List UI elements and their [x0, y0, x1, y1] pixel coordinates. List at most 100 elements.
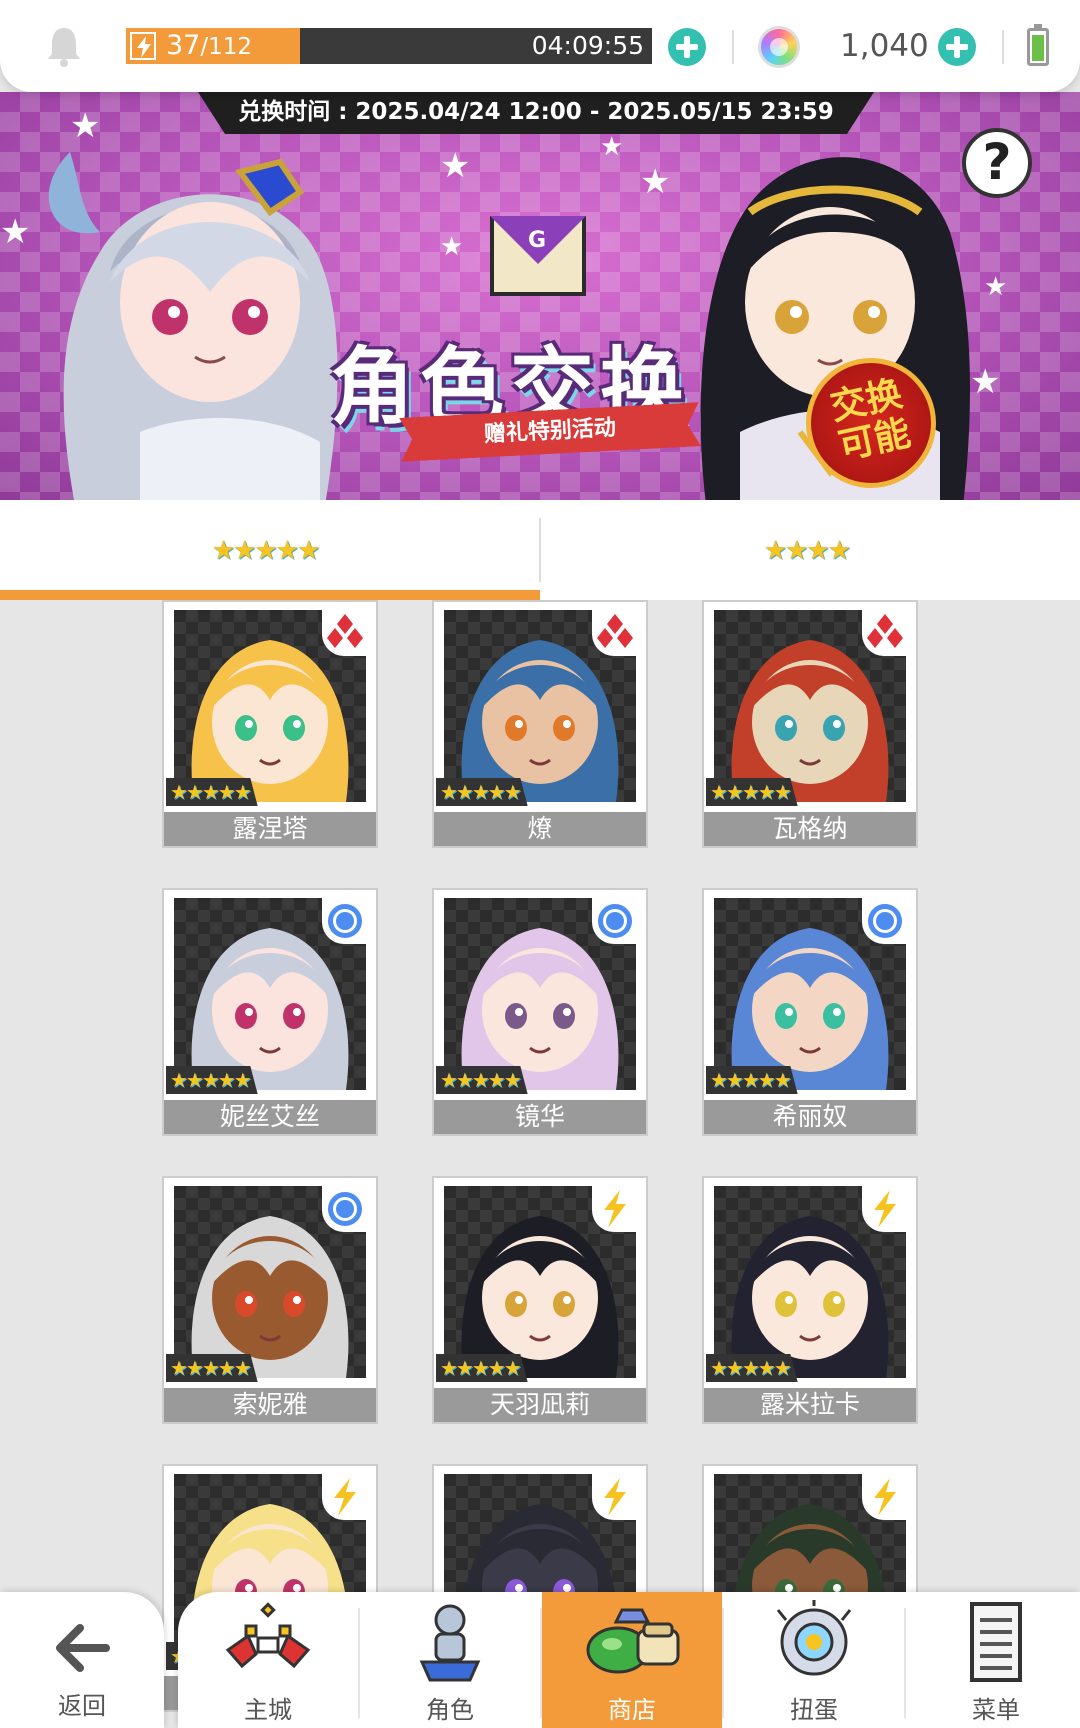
fire-diamond-shape	[597, 628, 613, 648]
thunder-bolt-icon	[592, 1474, 638, 1520]
water-circle-icon	[862, 898, 908, 944]
battery-icon	[1027, 24, 1049, 66]
banner-character-left	[48, 152, 338, 500]
character-card[interactable]: ★★★★★ 露涅塔	[162, 600, 378, 848]
fire-diamond-icon	[867, 614, 903, 648]
fire-diamond-icon	[597, 614, 633, 648]
thunder-bolt-icon	[334, 1478, 356, 1516]
back-label: 返回	[58, 1692, 106, 1720]
water-circle-icon	[322, 1186, 368, 1232]
star-icon: ★	[640, 162, 671, 202]
tab-five-star[interactable]: ★★★★★	[0, 500, 540, 600]
nav-label: 商店	[608, 1696, 656, 1724]
nav-label: 扭蛋	[790, 1696, 838, 1724]
thunder-bolt-icon	[874, 1190, 896, 1228]
rarity-stars: ★★★★★	[166, 1066, 258, 1094]
rarity-stars: ★★★★★	[436, 1354, 528, 1382]
stamina-bar: 37/112 04:09:55	[126, 28, 652, 64]
character-card[interactable]: ★★★★★ 妮丝艾丝	[162, 888, 378, 1136]
character-icon	[419, 1604, 481, 1682]
thunder-bolt-shape	[874, 1478, 896, 1516]
divider	[1002, 30, 1004, 64]
fire-diamond-shape	[607, 614, 623, 634]
four-star-icon: ★★★★	[764, 536, 851, 566]
stamina-bolt-icon	[130, 32, 156, 60]
stamina-value: 37/112	[166, 30, 253, 61]
character-card[interactable]: ★★★★★ 索妮雅	[162, 1176, 378, 1424]
add-gems-button[interactable]	[938, 28, 976, 66]
rarity-stars: ★★★★★	[706, 778, 798, 806]
star-icon: ★	[440, 232, 464, 262]
water-circle-icon	[598, 904, 632, 938]
character-name: 天羽凪莉	[434, 1388, 646, 1422]
fire-diamond-shape	[867, 628, 883, 648]
star-icon: ★	[440, 146, 471, 186]
character-card[interactable]: ★★★★★ 露米拉卡	[702, 1176, 918, 1424]
exchange-period: 兑换时间 : 2025.04/24 12:00 - 2025.05/15 23:…	[198, 92, 874, 134]
rarity-stars: ★★★★★	[166, 778, 258, 806]
character-card[interactable]: ★★★★★ 希丽奴	[702, 888, 918, 1136]
water-circle-icon	[322, 898, 368, 944]
help-button[interactable]: ?	[962, 128, 1032, 198]
water-circle-icon	[868, 904, 902, 938]
character-card[interactable]: ★★★★★ 燎	[432, 600, 648, 848]
bottom-navigation: 返回 主城 角色 商店 扭蛋 菜单	[0, 1592, 1080, 1728]
fire-diamond-shape	[617, 628, 633, 648]
rarity-tabs: ★★★★★ ★★★★	[0, 500, 1080, 600]
nav-item-menu[interactable]: 菜单	[906, 1592, 1080, 1728]
gift-envelope-icon: G	[490, 216, 586, 296]
tab-four-star[interactable]: ★★★★	[540, 500, 1080, 600]
fire-diamond-icon	[862, 610, 908, 656]
shop-icon	[586, 1608, 680, 1674]
divider	[732, 30, 734, 64]
character-card[interactable]: ★★★★★ 镜华	[432, 888, 648, 1136]
nav-label: 主城	[244, 1696, 292, 1724]
nav-item-shop[interactable]: 商店	[542, 1592, 722, 1728]
nav-item-characters[interactable]: 角色	[360, 1592, 540, 1728]
character-name: 镜华	[434, 1100, 646, 1134]
notification-bell-icon[interactable]	[44, 24, 84, 68]
nav-item-town[interactable]: 主城	[178, 1592, 358, 1728]
thunder-bolt-icon	[604, 1190, 626, 1228]
gem-icon	[758, 26, 800, 68]
character-name: 燎	[434, 812, 646, 846]
star-icon: ★	[0, 212, 31, 252]
thunder-bolt-icon	[862, 1474, 908, 1520]
water-circle-icon	[328, 1192, 362, 1226]
character-card[interactable]: ★★★★★ 瓦格纳	[702, 600, 918, 848]
add-stamina-button[interactable]	[668, 28, 706, 66]
character-name: 露米拉卡	[704, 1388, 916, 1422]
character-name: 索妮雅	[164, 1388, 376, 1422]
character-card[interactable]: ★★★★★ 天羽凪莉	[432, 1176, 648, 1424]
fire-diamond-shape	[347, 628, 363, 648]
character-name: 瓦格纳	[704, 812, 916, 846]
nav-item-gacha[interactable]: 扭蛋	[724, 1592, 904, 1728]
rarity-stars: ★★★★★	[166, 1354, 258, 1382]
nav-label: 角色	[426, 1696, 474, 1724]
fire-diamond-shape	[877, 614, 893, 634]
thunder-bolt-shape	[334, 1478, 356, 1516]
gem-count: 1,040	[840, 28, 929, 64]
rarity-stars: ★★★★★	[706, 1066, 798, 1094]
back-button[interactable]: 返回	[0, 1592, 164, 1728]
thunder-bolt-icon	[862, 1186, 908, 1232]
thunder-bolt-shape	[604, 1478, 626, 1516]
water-circle-icon	[592, 898, 638, 944]
castle-icon	[225, 1602, 311, 1669]
five-star-icon: ★★★★★	[212, 536, 321, 566]
event-banner: ★ ★ ★ ★ ★ ★ ★ ★ G 兑换时间 : 2025.04/24 12:0…	[0, 92, 1080, 500]
thunder-bolt-icon	[874, 1478, 896, 1516]
thunder-bolt-icon	[592, 1186, 638, 1232]
fire-diamond-shape	[337, 614, 353, 634]
character-grid: ★★★★★ 露涅塔 ★★★★★ 燎 ★★★★★ 瓦格纳 ★★★★★ 妮丝艾丝 ★…	[0, 600, 1080, 1728]
water-circle-icon	[328, 904, 362, 938]
fire-diamond-shape	[887, 628, 903, 648]
thunder-bolt-icon	[322, 1474, 368, 1520]
nav-label: 菜单	[972, 1696, 1020, 1724]
fire-diamond-shape	[327, 628, 343, 648]
rarity-stars: ★★★★★	[436, 778, 528, 806]
stamina-regen-timer: 04:09:55	[531, 31, 644, 60]
fire-diamond-icon	[327, 614, 363, 648]
rarity-stars: ★★★★★	[436, 1066, 528, 1094]
main-nav: 主城 角色 商店 扭蛋 菜单	[178, 1592, 1080, 1728]
